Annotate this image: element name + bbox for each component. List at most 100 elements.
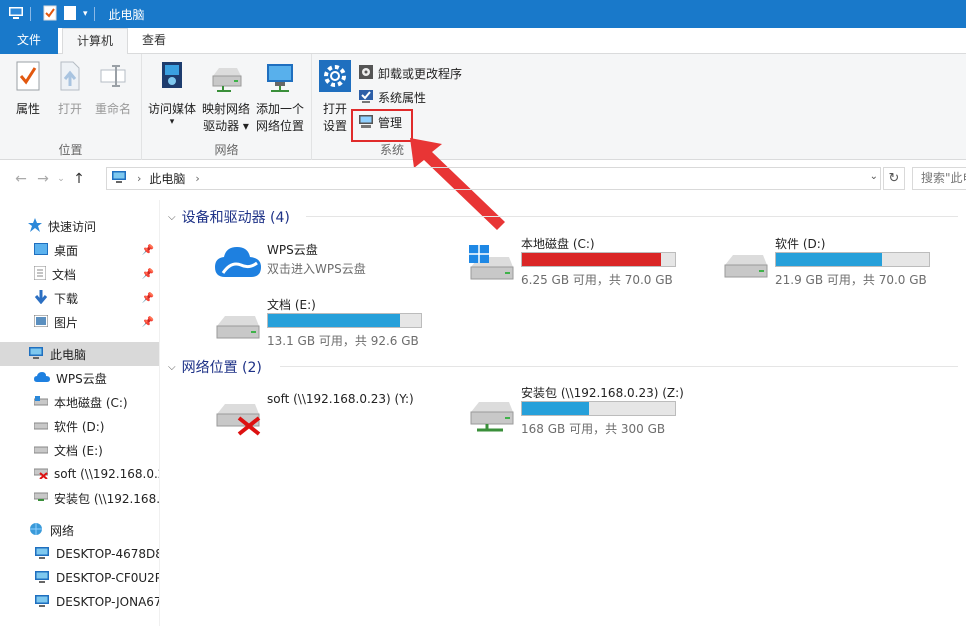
access-media-button[interactable]: 访问媒体 ▾ xyxy=(146,60,198,127)
open-settings-button[interactable]: 打开 设置 xyxy=(318,60,352,135)
download-arrow-icon xyxy=(34,289,48,307)
network-drive-icon xyxy=(33,491,49,506)
sidebar-item-documents[interactable]: 文档 📌 xyxy=(0,262,160,286)
sidebar-item-label: 网络 xyxy=(50,523,75,538)
sidebar-item-drive-c[interactable]: 本地磁盘 (C:) xyxy=(0,390,160,414)
computer-icon xyxy=(34,570,50,587)
sidebar-item-label: 图片 xyxy=(54,315,79,330)
separator xyxy=(30,7,31,21)
sidebar-item-quick-access[interactable]: 快速访问 xyxy=(0,214,160,238)
breadcrumb-chevron-icon[interactable]: › xyxy=(195,172,199,185)
open-label: 打开 xyxy=(57,102,82,116)
tile-wps-cloud[interactable]: WPS云盘 双击进入WPS云盘 xyxy=(215,241,465,301)
section-network-header[interactable]: ⌵ 网络位置 (2) xyxy=(168,357,958,377)
section-title: 设备和驱动器 (4) xyxy=(181,210,290,226)
rename-icon xyxy=(92,60,134,97)
capacity-fill xyxy=(522,253,662,266)
tab-computer[interactable]: 计算机 xyxy=(62,28,129,55)
documents-icon xyxy=(33,265,47,283)
pin-icon[interactable]: 📌 xyxy=(142,317,154,328)
address-toolbar: ← → ⌄ ↑ › 此电脑 › ⌄ ↻ 搜索"此电脑" xyxy=(0,165,966,193)
sidebar-item-drive-e[interactable]: 文档 (E:) xyxy=(0,438,160,462)
customize-dropdown-icon[interactable]: ▾ xyxy=(83,9,88,19)
tile-drive-z[interactable]: 安装包 (\\192.168.0.23) (Z:) 168 GB 可用，共 30… xyxy=(469,384,719,444)
recent-dropdown-icon[interactable]: ⌄ xyxy=(54,168,68,190)
tile-name: 文档 (E:) xyxy=(267,298,316,312)
pin-icon[interactable]: 📌 xyxy=(142,269,154,280)
group-location-label: 位置 xyxy=(58,143,83,157)
tile-subtitle: 168 GB 可用，共 300 GB xyxy=(521,422,666,436)
network-drive-icon xyxy=(469,400,515,437)
new-folder-icon[interactable] xyxy=(63,5,77,24)
section-devices-header[interactable]: ⌵ 设备和驱动器 (4) xyxy=(168,207,958,227)
sidebar-item-label: DESKTOP-4678D8 xyxy=(56,547,160,561)
group-network: 访问媒体 ▾ 映射网络 驱动器 ▾ 添加一个 网络位置 网络 xyxy=(142,54,312,160)
highlight-box xyxy=(351,109,413,142)
desktop-icon xyxy=(34,242,48,258)
disconnected-network-drive-icon xyxy=(215,402,261,439)
tile-drive-e[interactable]: 文档 (E:) 13.1 GB 可用，共 92.6 GB xyxy=(215,296,465,356)
tile-name: soft (\\192.168.0.23) (Y:) xyxy=(267,392,414,406)
sidebar-item-drive-z[interactable]: 安装包 (\\192.168.0.23) (Z:) xyxy=(0,486,160,510)
ribbon-tabs: 文件 计算机 查看 xyxy=(0,28,966,55)
sidebar-item-label: 快速访问 xyxy=(48,219,97,234)
quick-access-toolbar: ▾ xyxy=(0,0,101,28)
open-button[interactable]: 打开 xyxy=(52,60,88,118)
address-bar[interactable]: › 此电脑 › ⌄ xyxy=(106,167,881,190)
address-dropdown-icon[interactable]: ⌄ xyxy=(870,171,878,182)
rename-button[interactable]: 重命名 xyxy=(92,60,134,118)
tile-name: 本地磁盘 (C:) xyxy=(521,237,595,251)
properties-label: 属性 xyxy=(15,102,40,116)
add-network-location-button[interactable]: 添加一个 网络位置 xyxy=(252,60,308,135)
sidebar-item-label: 桌面 xyxy=(54,243,79,258)
drive-icon xyxy=(33,419,49,433)
collapse-chevron-icon[interactable]: ⌵ xyxy=(168,212,176,223)
search-input[interactable]: 搜索"此电脑" xyxy=(912,167,966,190)
sidebar-item-label: 安装包 (\\192.168.0.23) (Z:) xyxy=(54,491,160,506)
back-arrow-icon[interactable]: ← xyxy=(10,168,32,190)
sidebar-item-network[interactable]: 网络 xyxy=(0,518,160,542)
uninstall-program-button[interactable]: 卸载或更改程序 xyxy=(358,62,462,84)
sidebar-item-wps-cloud[interactable]: WPS云盘 xyxy=(0,366,160,390)
breadcrumb-chevron-icon[interactable]: › xyxy=(137,172,141,185)
tile-drive-d[interactable]: 软件 (D:) 21.9 GB 可用，共 70.0 GB xyxy=(723,235,966,295)
collapse-chevron-icon[interactable]: ⌵ xyxy=(168,362,176,373)
forward-arrow-icon[interactable]: → xyxy=(32,168,54,190)
tile-subtitle: 13.1 GB 可用，共 92.6 GB xyxy=(267,334,419,348)
up-arrow-icon[interactable]: ↑ xyxy=(68,168,90,190)
separator xyxy=(93,7,95,21)
refresh-button[interactable]: ↻ xyxy=(883,167,905,190)
properties-check-icon[interactable] xyxy=(43,5,57,24)
pin-icon[interactable]: 📌 xyxy=(142,293,154,304)
breadcrumb-this-pc[interactable]: 此电脑 xyxy=(149,170,185,187)
properties-button[interactable]: 属性 xyxy=(10,60,46,118)
sidebar-item-desktop-2[interactable]: DESKTOP-CF0U2P xyxy=(0,566,160,590)
network-location-icon xyxy=(252,60,308,97)
sidebar-item-label: DESKTOP-CF0U2P xyxy=(56,571,160,585)
map-network-drive-button[interactable]: 映射网络 驱动器 ▾ xyxy=(200,60,252,135)
sidebar-item-label: WPS云盘 xyxy=(56,371,107,386)
sidebar-item-desktop-3[interactable]: DESKTOP-JONA67 xyxy=(0,590,160,614)
sidebar-item-label: 文档 xyxy=(52,267,77,282)
tab-file[interactable]: 文件 xyxy=(0,28,58,54)
sidebar-item-desktop-1[interactable]: DESKTOP-4678D8 xyxy=(0,542,160,566)
system-properties-button[interactable]: 系统属性 xyxy=(358,86,426,108)
sidebar-item-downloads[interactable]: 下载 📌 xyxy=(0,286,160,310)
tile-drive-c[interactable]: 本地磁盘 (C:) 6.25 GB 可用，共 70.0 GB xyxy=(469,235,719,295)
access-media-label: 访问媒体 xyxy=(147,102,196,116)
tile-drive-y[interactable]: soft (\\192.168.0.23) (Y:) xyxy=(215,392,465,452)
tile-name: 软件 (D:) xyxy=(775,237,826,251)
sidebar-item-this-pc[interactable]: 此电脑 xyxy=(0,342,160,366)
sidebar-item-desktop[interactable]: 桌面 📌 xyxy=(0,238,160,262)
uninstall-label: 卸载或更改程序 xyxy=(378,66,463,81)
drive-icon xyxy=(33,395,49,409)
sidebar-item-drive-y[interactable]: soft (\\192.168.0.23) (Y:) xyxy=(0,462,160,486)
sidebar-item-pictures[interactable]: 图片 📌 xyxy=(0,310,160,334)
computer-icon xyxy=(111,170,127,187)
tab-view[interactable]: 查看 xyxy=(128,28,180,54)
sidebar-item-drive-d[interactable]: 软件 (D:) xyxy=(0,414,160,438)
map-drive-label-1: 映射网络 xyxy=(201,102,250,116)
pin-icon[interactable]: 📌 xyxy=(142,245,154,256)
capacity-bar xyxy=(521,401,676,416)
drive-icon xyxy=(215,312,261,343)
